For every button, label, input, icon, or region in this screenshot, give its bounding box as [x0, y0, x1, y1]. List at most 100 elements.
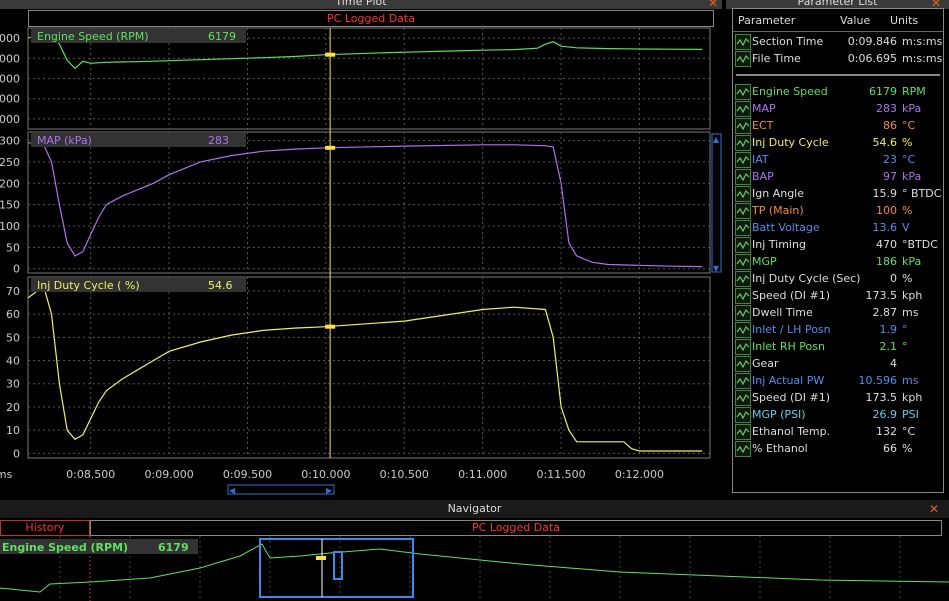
parameter-row[interactable]: MAP 283 kPa — [733, 100, 943, 117]
y-tick-label: 4000 — [0, 93, 20, 106]
parameter-row[interactable]: TP (Main) 100% — [733, 202, 943, 219]
parameter-row[interactable]: MGP (PSI) 26.9 PSI — [733, 406, 943, 423]
parameter-row[interactable]: Speed (DI #1) 173.5 kph — [733, 287, 943, 304]
parameter-row[interactable]: Gear 4 — [733, 355, 943, 372]
parameter-row[interactable]: Ethanol Temp. 132 °C — [733, 423, 943, 440]
scroll-left-icon[interactable]: ◀ — [229, 486, 236, 495]
parameter-value: 100 — [876, 204, 897, 217]
parameter-row[interactable]: Inj Duty Cycle (Sec) 0% — [733, 270, 943, 287]
header-divider — [733, 31, 943, 32]
parameter-row[interactable]: Inlet / LH Posn 1.9 ° — [733, 321, 943, 338]
scroll-up-icon[interactable]: ▲ — [713, 135, 720, 144]
close-x-icon[interactable]: ✕ — [929, 502, 939, 516]
parameter-unit: ° — [902, 323, 908, 336]
nav-scroll-thumb[interactable] — [333, 551, 343, 580]
line-graph-icon[interactable] — [735, 407, 751, 423]
parameter-value: 97 — [883, 170, 897, 183]
line-graph-icon[interactable] — [735, 356, 751, 372]
parameter-row[interactable]: ECT 86 °C — [733, 117, 943, 134]
line-graph-icon[interactable] — [735, 135, 751, 151]
line-graph-icon[interactable] — [735, 373, 751, 389]
line-graph-icon[interactable] — [735, 51, 751, 67]
navigator-overview[interactable]: Engine Speed (RPM) 6179 — [0, 536, 949, 601]
parameter-row[interactable]: File Time 0:06.695 m:s:ms — [733, 50, 943, 67]
line-graph-icon[interactable] — [735, 186, 751, 202]
parameter-unit: V — [902, 221, 910, 234]
header-parameter[interactable]: Parameter — [738, 11, 795, 31]
line-graph-icon[interactable] — [735, 169, 751, 185]
parameter-row[interactable]: Speed (DI #1) 173.5 kph — [733, 389, 943, 406]
y-tick-label: 0 — [13, 263, 20, 276]
parameter-unit: % — [902, 442, 913, 455]
parameter-row[interactable]: Inj Duty Cycle 54.6% — [733, 134, 943, 151]
line-graph-icon[interactable] — [735, 118, 751, 134]
line-graph-icon[interactable] — [735, 424, 751, 440]
parameter-row[interactable]: MGP 186 kPa — [733, 253, 943, 270]
header-units[interactable]: Units — [890, 11, 918, 31]
header-value[interactable]: Value — [840, 11, 870, 31]
series-label: Inj Duty Cycle ( %) — [37, 279, 140, 292]
parameter-row[interactable]: BAP 97 kPa — [733, 168, 943, 185]
parameter-row[interactable]: Section Time 0:09.846 m:s:ms — [733, 33, 943, 50]
line-graph-icon[interactable] — [735, 441, 751, 457]
x-tick-label: 0:11.000 — [458, 468, 507, 481]
series-label: Engine Speed (RPM) — [37, 30, 149, 43]
line-graph-icon[interactable] — [735, 254, 751, 270]
scroll-right-icon[interactable]: ▶ — [326, 486, 333, 495]
y-tick-label: 5000 — [0, 73, 20, 86]
parameter-value: 6179 — [869, 85, 897, 98]
parameter-row[interactable]: % Ethanol 66% — [733, 440, 943, 457]
parameter-unit: °C — [902, 425, 916, 438]
close-x-icon[interactable]: ✕ — [708, 0, 718, 10]
y-tick-label: 7000 — [0, 32, 20, 45]
parameter-table: Parameter Value Units Section Time 0:09.8… — [732, 8, 944, 493]
parameter-row[interactable]: Batt Voltage 13.6 V — [733, 219, 943, 236]
parameter-value: 173.5 — [865, 391, 898, 404]
line-graph-icon[interactable] — [735, 305, 751, 321]
line-graph-icon[interactable] — [735, 203, 751, 219]
parameter-row[interactable]: Inj Timing 470 °BTDC — [733, 236, 943, 253]
parameter-row[interactable]: Engine Speed 6179 RPM — [733, 83, 943, 100]
x-tick-label: 0:10.500 — [380, 468, 429, 481]
line-graph-icon[interactable] — [735, 271, 751, 287]
parameter-value: 2.1 — [879, 340, 898, 353]
line-graph-icon[interactable] — [735, 34, 751, 50]
line-graph-icon[interactable] — [735, 339, 751, 355]
nav-view-window[interactable] — [259, 538, 414, 598]
line-graph-icon[interactable] — [735, 220, 751, 236]
navigator-logged-label: PC Logged Data — [90, 520, 942, 536]
parameter-value: 2.87 — [872, 306, 898, 319]
parameter-row[interactable]: IAT 23 °C — [733, 151, 943, 168]
series-cursor-value: 283 — [208, 134, 229, 147]
time-plot-area[interactable]: 70006000500040003000Engine Speed (RPM)61… — [0, 26, 722, 497]
parameter-unit: kph — [902, 289, 923, 302]
map-pane-scrollbar[interactable] — [711, 133, 722, 273]
parameter-value: 13.6 — [872, 221, 898, 234]
series-cursor-value: 6179 — [208, 30, 236, 43]
parameter-unit: ms — [902, 374, 919, 387]
line-graph-icon[interactable] — [735, 237, 751, 253]
line-graph-icon[interactable] — [735, 322, 751, 338]
line-graph-icon[interactable] — [735, 390, 751, 406]
line-graph-icon[interactable] — [735, 152, 751, 168]
time-plot-title: Time Plot — [0, 0, 722, 9]
parameter-unit: m:s:ms — [902, 52, 943, 65]
y-tick-label: 300 — [0, 135, 20, 148]
parameter-row[interactable]: Dwell Time 2.87 ms — [733, 304, 943, 321]
parameter-value: 173.5 — [865, 289, 898, 302]
parameter-unit: °BTDC — [902, 238, 938, 251]
parameter-row[interactable]: Ign Angle 15.9 ° BTDC — [733, 185, 943, 202]
y-tick-label: 200 — [0, 177, 20, 190]
parameter-row[interactable]: Inj Actual PW 10.596 ms — [733, 372, 943, 389]
horizontal-scrollbar[interactable] — [227, 484, 335, 495]
line-graph-icon[interactable] — [735, 288, 751, 304]
parameter-unit: % — [902, 272, 913, 285]
parameter-row[interactable]: Inlet RH Posn 2.1 ° — [733, 338, 943, 355]
y-tick-label: 30 — [6, 378, 20, 391]
line-graph-icon[interactable] — [735, 101, 751, 117]
line-graph-icon[interactable] — [735, 84, 751, 100]
history-tab[interactable]: History — [0, 520, 90, 536]
parameter-value: 4 — [890, 357, 897, 370]
y-tick-label: 150 — [0, 199, 20, 212]
scroll-down-icon[interactable]: ▼ — [713, 264, 720, 273]
